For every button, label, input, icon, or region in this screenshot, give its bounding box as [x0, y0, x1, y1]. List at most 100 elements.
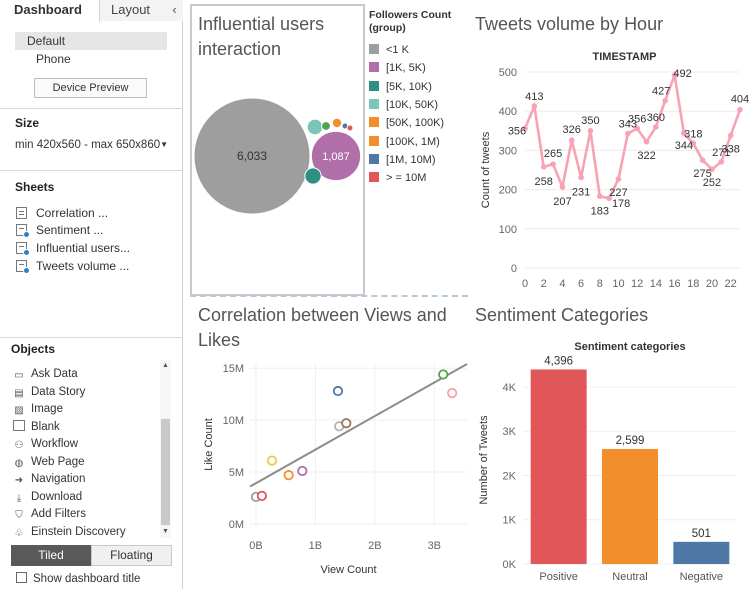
object-einstein-discovery[interactable]: ♧ Einstein Discovery	[13, 524, 126, 540]
legend-label: [1M, 10M)	[386, 153, 436, 166]
bar	[602, 448, 658, 564]
y-tick-label: 100	[499, 224, 517, 236]
legend-label: [1K, 5K)	[386, 62, 426, 75]
x-tick-label: 0B	[249, 540, 262, 552]
y-tick-label: 300	[499, 145, 517, 157]
legend-item[interactable]: [1M, 10M)	[369, 153, 436, 167]
scroll-up-icon[interactable]: ▲	[160, 362, 171, 369]
legend-item[interactable]: [50K, 100K)	[369, 116, 444, 130]
sheets-heading: Sheets	[15, 180, 55, 194]
sheet-item-tweets-volume[interactable]: Tweets volume ...	[16, 258, 129, 274]
y-tick-label: 500	[499, 67, 517, 79]
y-axis-label: Count of tweets	[480, 131, 492, 208]
zone-drop-indicator	[190, 295, 468, 297]
legend-item[interactable]: [5K, 10K)	[369, 80, 432, 94]
line-point	[568, 137, 575, 144]
object-label: Web Page	[31, 456, 85, 468]
device-phone[interactable]: Phone	[15, 50, 167, 68]
worksheet-icon	[16, 224, 30, 238]
object-data-story[interactable]: ▤ Data Story	[13, 384, 85, 400]
x-tick-label: 16	[668, 278, 680, 290]
legend-item[interactable]: > = 10M	[369, 171, 426, 185]
tiled-toggle-button[interactable]: Tiled	[11, 545, 91, 566]
sheet-item-correlation[interactable]: Correlation ...	[16, 205, 108, 221]
data-label: 492	[673, 68, 691, 80]
legend-item[interactable]: [10K, 50K)	[369, 98, 438, 112]
bar	[530, 369, 587, 564]
legend-swatch	[369, 153, 379, 164]
x-tick-label: 3B	[428, 540, 441, 552]
chevron-down-icon: ▼	[160, 140, 168, 149]
tweets-title: Tweets volume by Hour	[475, 14, 664, 34]
floating-toggle-button[interactable]: Floating	[91, 545, 172, 566]
size-dropdown[interactable]: min 420x560 - max 650x860 ▼	[15, 137, 168, 153]
line-point	[596, 193, 603, 200]
y-tick-label: 3K	[503, 426, 517, 438]
bar-value-label: 2,599	[616, 435, 645, 447]
scroll-down-icon[interactable]: ▼	[160, 528, 171, 535]
y-tick-label: 0K	[503, 559, 517, 571]
data-label: 356	[508, 125, 526, 137]
object-label: Workflow	[31, 438, 79, 450]
objects-scrollbar-thumb[interactable]	[161, 419, 170, 525]
data-label: 350	[581, 115, 599, 127]
data-label: 231	[572, 186, 590, 198]
globe-icon: ◍	[14, 458, 24, 469]
followers-legend: Followers Count (group) <1 K [1K, 5K) [5K,…	[369, 9, 469, 184]
object-image[interactable]: ▨ Image	[13, 401, 63, 417]
line-point	[540, 164, 547, 170]
bubble-value-label: 1,087	[322, 151, 350, 163]
line-point	[718, 158, 725, 165]
legend-title: (group)	[369, 22, 406, 34]
object-blank[interactable]: Blank	[13, 419, 60, 435]
sheet-item-influential[interactable]: Influential users...	[16, 240, 130, 256]
bubble-chart: 6,033 1,087	[193, 97, 362, 215]
bar-value-label: 501	[692, 528, 711, 540]
bar	[673, 541, 730, 564]
legend-swatch	[369, 135, 379, 146]
line-point	[643, 138, 650, 145]
x-tick-label: Neutral	[612, 571, 647, 583]
x-tick-label: 10	[612, 278, 624, 290]
y-tick-label: 200	[499, 185, 517, 197]
collapse-panel-icon[interactable]: ‹	[166, 0, 183, 21]
device-preview-button[interactable]: Device Preview	[34, 78, 147, 98]
object-download[interactable]: ⤓ Download	[13, 489, 82, 505]
line-point	[559, 184, 566, 190]
device-default[interactable]: Default	[15, 32, 167, 50]
data-label: 258	[535, 176, 553, 188]
divider	[0, 337, 183, 338]
tableau-dashboard-editor: Dashboard Layout ‹ Default Phone Device …	[0, 0, 752, 589]
y-axis-label: Like Count	[203, 418, 215, 471]
tab-dashboard[interactable]: Dashboard	[0, 0, 100, 22]
object-ask-data[interactable]: ▭ Ask Data	[13, 366, 77, 382]
object-add-filters[interactable]: ⛉ Add Filters	[13, 506, 86, 522]
correlation-scatter-chart: 0M 5M 10M 15M 0B 1B 2B 3B View Count Like Count	[203, 363, 468, 576]
scatter-point	[447, 388, 458, 399]
scatter-point	[332, 385, 344, 397]
data-label: 427	[652, 86, 670, 98]
einstein-icon: ♧	[14, 528, 24, 539]
worksheet-icon	[16, 242, 30, 256]
show-dashboard-title-checkbox[interactable]: Show dashboard title	[16, 572, 140, 586]
x-axis-label: View Count	[320, 564, 376, 576]
x-tick-label: Negative	[680, 571, 723, 583]
legend-item[interactable]: <1 K	[369, 43, 409, 57]
object-web-page[interactable]: ◍ Web Page	[13, 454, 85, 470]
y-tick-label: 1K	[503, 515, 517, 527]
legend-swatch	[369, 117, 379, 128]
tab-layout[interactable]: Layout	[100, 0, 166, 21]
legend-item[interactable]: [100K, 1M)	[369, 135, 440, 149]
data-label: 265	[544, 148, 562, 160]
x-tick-label: 14	[650, 278, 662, 290]
sheet-item-sentiment[interactable]: Sentiment ...	[16, 222, 103, 238]
object-workflow[interactable]: ⚇ Workflow	[13, 436, 79, 452]
bubble-7	[346, 124, 354, 132]
sheet-label: Correlation ...	[36, 206, 109, 220]
legend-label: [5K, 10K)	[386, 80, 432, 93]
legend-swatch	[369, 98, 379, 109]
legend-item[interactable]: [1K, 5K)	[369, 61, 426, 75]
data-label: 326	[563, 124, 581, 136]
object-navigation[interactable]: ➜ Navigation	[13, 471, 86, 487]
y-tick-label: 5M	[229, 467, 244, 479]
